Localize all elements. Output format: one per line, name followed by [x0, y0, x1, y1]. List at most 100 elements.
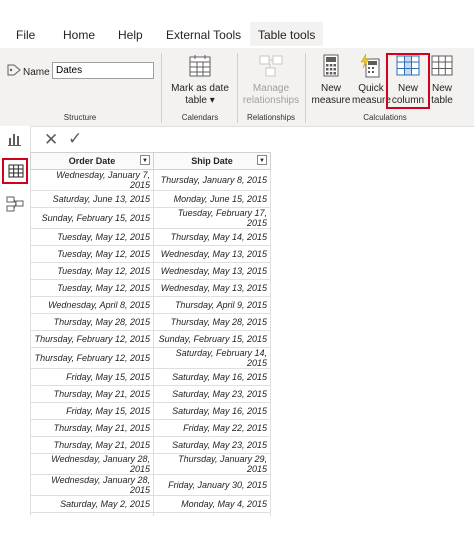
table-row: Saturday, May 2, 2015 Monday, May 4, 2015	[30, 495, 271, 513]
menu-home[interactable]: Home	[63, 28, 95, 42]
ship-date-cell[interactable]: Thursday, January 8, 2015	[153, 169, 271, 191]
new-table-button[interactable]: New table	[428, 53, 456, 107]
table-row: Friday, May 15, 2015 Saturday, May 16, 20…	[30, 368, 271, 386]
table-row: Sunday, February 15, 2015 Tuesday, Februa…	[30, 207, 271, 229]
structure-group-label: Structure	[63, 113, 97, 122]
order-date-header-label: Order Date	[68, 156, 116, 166]
ship-date-cell[interactable]: Thursday, May 14, 2015	[153, 228, 271, 246]
ribbon-separator	[305, 53, 306, 123]
tag-icon	[7, 64, 21, 76]
order-date-cell[interactable]: Tuesday, May 12, 2015	[30, 245, 154, 263]
ship-date-cell[interactable]: Wednesday, May 13, 2015	[153, 262, 271, 280]
bar-chart-icon	[8, 134, 21, 146]
manage-relationships-label-1: Manage	[252, 83, 290, 94]
new-table-label-1: New	[431, 83, 452, 94]
order-date-cell[interactable]: Tuesday, May 12, 2015	[30, 279, 154, 297]
ship-date-cell[interactable]: Saturday, May 23, 2015	[153, 436, 271, 454]
menu-table-tools[interactable]: Table tools	[250, 22, 324, 46]
ship-date-cell[interactable]: Friday, January 30, 2015	[153, 474, 271, 496]
table-row: Wednesday, January 7, 2015 Thursday, Janu…	[30, 169, 271, 191]
order-date-cell[interactable]: Tuesday, May 12, 2015	[30, 262, 154, 280]
new-measure-label-2: measure	[311, 95, 351, 106]
ship-date-cell[interactable]: Saturday, February 14, 2015	[153, 347, 271, 369]
order-date-cell[interactable]: Tuesday, May 12, 2015	[30, 228, 154, 246]
new-table-icon	[431, 55, 453, 76]
relationships-icon	[259, 55, 283, 77]
data-view-button[interactable]	[2, 158, 28, 184]
order-date-cell[interactable]: Friday, May 15, 2015	[30, 368, 154, 386]
ship-date-cell[interactable]: Monday, June 15, 2015	[153, 190, 271, 208]
report-view-button[interactable]	[6, 131, 24, 152]
ship-date-cell[interactable]: Thursday, January 29, 2015	[153, 453, 271, 475]
order-date-cell[interactable]: Thursday, May 28, 2015	[30, 313, 154, 331]
order-date-cell[interactable]: Wednesday, January 28, 2015	[30, 474, 154, 496]
model-icon	[6, 196, 24, 212]
ship-date-header-label: Ship Date	[191, 156, 233, 166]
order-date-cell[interactable]: Thursday, February 12, 2015	[30, 330, 154, 348]
calendar-icon	[189, 55, 211, 77]
table-grid-icon	[8, 164, 24, 178]
ship-date-cell[interactable]: Sunday, February 15, 2015	[153, 330, 271, 348]
calculator-icon	[323, 54, 339, 77]
ship-date-cell[interactable]: Tuesday, February 17, 2015	[153, 207, 271, 229]
new-table-label-2: table	[431, 95, 453, 106]
model-view-button[interactable]	[6, 196, 24, 217]
menu-help[interactable]: Help	[118, 28, 143, 42]
table-row: Tuesday, May 12, 2015 Thursday, May 14, 2…	[30, 228, 271, 246]
ship-date-cell[interactable]: Wednesday, May 13, 2015	[153, 279, 271, 297]
order-date-cell[interactable]: Thursday, May 21, 2015	[30, 385, 154, 403]
order-date-cell[interactable]: Saturday, June 13, 2015	[30, 190, 154, 208]
ship-date-cell[interactable]: Saturday, May 23, 2015	[153, 385, 271, 403]
order-date-cell[interactable]: Wednesday, January 7, 2015	[30, 169, 154, 191]
view-switcher-rail	[0, 126, 31, 516]
table-row: Thursday, May 21, 2015 Saturday, May 23, …	[30, 385, 271, 403]
new-measure-button[interactable]: New measure	[311, 53, 351, 107]
table-row: Tuesday, May 12, 2015 Wednesday, May 13, …	[30, 245, 271, 263]
name-label: Name	[23, 67, 50, 78]
ship-date-cell[interactable]: Saturday, May 16, 2015	[153, 402, 271, 420]
table-row: Thursday, February 12, 2015 Saturday, Feb…	[30, 347, 271, 369]
column-header-order-date[interactable]: Order Date ▼	[30, 152, 154, 170]
ship-date-cell[interactable]: Thursday, May 28, 2015	[153, 313, 271, 331]
ribbon-separator	[161, 53, 162, 123]
order-date-cell[interactable]: Thursday, May 21, 2015	[30, 436, 154, 454]
table-row: Wednesday, January 28, 2015 Thursday, Jan…	[30, 453, 271, 475]
column-header-ship-date[interactable]: Ship Date ▼	[153, 152, 271, 170]
order-date-cell[interactable]: Wednesday, April 8, 2015	[30, 296, 154, 314]
quick-measure-button[interactable]: Quick measure	[352, 53, 391, 107]
quick-measure-label-1: Quick	[358, 83, 384, 94]
order-date-cell[interactable]: Saturday, May 2, 2015	[30, 495, 154, 513]
mark-as-date-table-button[interactable]: Mark as date table ▾	[168, 53, 232, 107]
mark-as-date-label-1: Mark as date	[171, 83, 229, 94]
ship-date-cell[interactable]: Thursday, April 9, 2015	[153, 296, 271, 314]
table-row: Thursday, May 28, 2015 Thursday, May 28, …	[30, 313, 271, 331]
filter-dropdown-icon[interactable]: ▼	[257, 155, 267, 165]
table-row: Wednesday, January 28, 2015 Friday, Janua…	[30, 474, 271, 496]
order-date-cell[interactable]: Wednesday, January 28, 2015	[30, 453, 154, 475]
order-date-cell[interactable]: Sunday, February 15, 2015	[30, 207, 154, 229]
table-row: Wednesday, April 8, 2015 Thursday, April …	[30, 296, 271, 314]
order-date-cell[interactable]: Thursday, May 21, 2015	[30, 419, 154, 437]
table-row: Thursday, May 21, 2015 Friday, May 22, 20…	[30, 419, 271, 437]
mark-as-date-label-2: table ▾	[185, 95, 215, 106]
ship-date-cell[interactable]: Wednesday, May 13, 2015	[153, 245, 271, 263]
relationships-group-label: Relationships	[246, 113, 296, 122]
filter-dropdown-icon[interactable]: ▼	[140, 155, 150, 165]
ship-date-cell[interactable]: Saturday, May 16, 2015	[153, 368, 271, 386]
order-date-cell[interactable]: Friday, May 15, 2015	[30, 402, 154, 420]
table-row: Saturday, June 13, 2015 Monday, June 15, …	[30, 190, 271, 208]
cancel-formula-icon[interactable]: ✕	[44, 130, 58, 150]
ship-date-cell[interactable]: Monday, May 4, 2015	[153, 495, 271, 513]
menu-external-tools[interactable]: External Tools	[166, 28, 241, 42]
commit-formula-icon[interactable]: ✓	[68, 129, 82, 149]
table-row: Tuesday, May 12, 2015 Wednesday, May 13, …	[30, 262, 271, 280]
table-row: Friday, May 15, 2015 Saturday, May 16, 20…	[30, 402, 271, 420]
calculations-group-label: Calculations	[363, 113, 407, 122]
manage-relationships-button[interactable]: Manage relationships	[240, 53, 302, 107]
menu-file[interactable]: File	[16, 28, 35, 42]
data-table: Order Date ▼ Ship Date ▼ Wednesday, Janu…	[30, 152, 271, 530]
ship-date-cell[interactable]: Friday, May 22, 2015	[153, 419, 271, 437]
header-row: Order Date ▼ Ship Date ▼	[30, 152, 271, 170]
table-name-input[interactable]	[52, 62, 154, 79]
order-date-cell[interactable]: Thursday, February 12, 2015	[30, 347, 154, 369]
